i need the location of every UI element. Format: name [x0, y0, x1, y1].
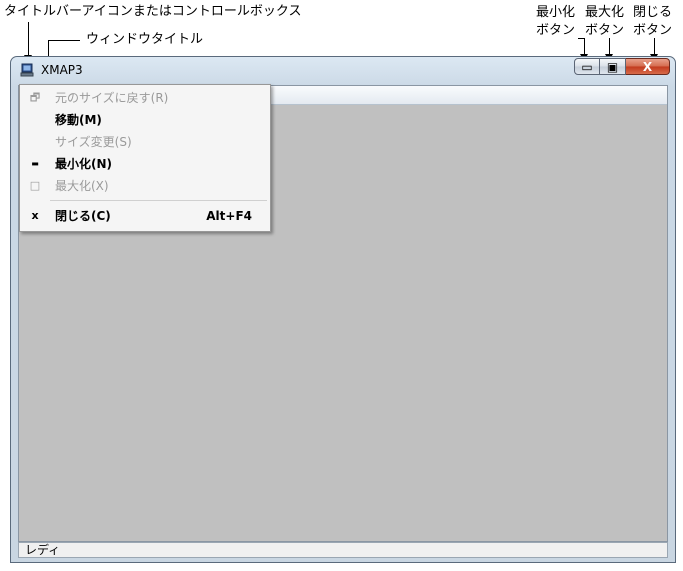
- minimize-icon: ▬: [31, 159, 39, 168]
- menu-item-maximize[interactable]: □ 最大化(X): [20, 175, 270, 197]
- annotation-pointer-minimize: [584, 38, 585, 55]
- restore-icon: 🗗: [29, 91, 41, 104]
- menu-item-label: 元のサイズに戻す(R): [55, 91, 169, 105]
- computer-icon[interactable]: [20, 63, 34, 77]
- menu-item-close[interactable]: x 閉じる(C) Alt+F4: [20, 205, 270, 227]
- annotation-window-title: ウィンドウタイトル: [86, 32, 204, 47]
- caption-buttons: ▭ ▣ X: [574, 58, 670, 76]
- menu-item-label: 最小化(N): [55, 157, 113, 171]
- close-icon: X: [642, 59, 653, 74]
- annotation-minimize-line1: 最小化: [536, 5, 576, 20]
- status-text: レディ: [25, 543, 61, 557]
- menu-item-restore[interactable]: 🗗 元のサイズに戻す(R): [20, 87, 270, 109]
- annotation-pointer-titlebar-icon: [28, 22, 29, 56]
- menu-item-label: 閉じる(C): [55, 209, 111, 223]
- annotation-pointer-close: [654, 38, 655, 55]
- maximize-icon: ▣: [606, 59, 619, 74]
- maximize-button[interactable]: ▣: [600, 58, 626, 75]
- maximize-icon: □: [29, 179, 41, 192]
- system-menu: 🗗 元のサイズに戻す(R) 移動(M) サイズ変更(S) ▬ 最小化(N) □ …: [19, 84, 271, 232]
- status-bar: レディ: [18, 542, 668, 558]
- annotation-pointer-window-title-h: [48, 40, 80, 41]
- title-bar[interactable]: XMAP3 ▭ ▣ X: [11, 57, 675, 87]
- annotation-pointer-minimize-h: [578, 38, 584, 39]
- menu-separator: [50, 200, 267, 201]
- annotation-minimize-line2: ボタン: [536, 23, 576, 38]
- annotation-maximize-line2: ボタン: [585, 23, 625, 38]
- annotation-close-line1: 閉じる: [633, 5, 673, 20]
- annotation-close-line2: ボタン: [633, 23, 673, 38]
- window-title: XMAP3: [41, 63, 83, 77]
- menu-item-accelerator: Alt+F4: [206, 209, 252, 223]
- menu-item-label: サイズ変更(S): [55, 135, 132, 149]
- annotation-pointer-window-title-v: [48, 40, 49, 57]
- menu-item-label: 移動(M): [55, 113, 102, 127]
- close-icon: x: [31, 209, 39, 222]
- minimize-icon: ▭: [581, 59, 593, 74]
- menu-item-minimize[interactable]: ▬ 最小化(N): [20, 153, 270, 175]
- menu-item-size[interactable]: サイズ変更(S): [20, 131, 270, 153]
- annotation-pointer-maximize: [609, 38, 610, 55]
- menu-item-move[interactable]: 移動(M): [20, 109, 270, 131]
- close-button[interactable]: X: [626, 58, 670, 75]
- annotation-maximize-line1: 最大化: [585, 5, 625, 20]
- menu-item-label: 最大化(X): [55, 179, 109, 193]
- annotation-titlebar-icon: タイトルバーアイコンまたはコントロールボックス: [4, 4, 302, 19]
- minimize-button[interactable]: ▭: [574, 58, 600, 75]
